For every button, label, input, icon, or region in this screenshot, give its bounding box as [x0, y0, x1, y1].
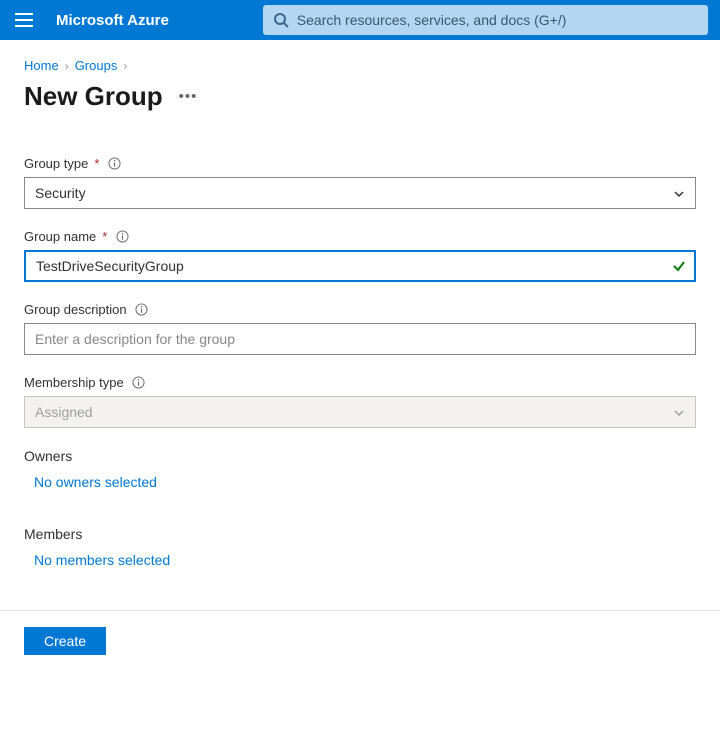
hamburger-menu-icon[interactable]	[12, 8, 36, 32]
field-group-name: Group name *	[24, 229, 696, 282]
membership-type-value: Assigned	[35, 404, 93, 420]
group-type-value: Security	[35, 185, 86, 201]
chevron-right-icon: ›	[123, 59, 127, 73]
group-name-label: Group name *	[24, 229, 696, 244]
check-icon	[672, 259, 686, 273]
page-title: New Group	[24, 81, 163, 112]
membership-type-select: Assigned	[24, 396, 696, 428]
top-navigation-bar: Microsoft Azure	[0, 0, 720, 40]
field-group-description: Group description	[24, 302, 696, 355]
footer-bar: Create	[0, 611, 720, 671]
required-indicator: *	[94, 156, 99, 171]
members-link[interactable]: No members selected	[34, 552, 170, 568]
info-icon[interactable]	[132, 376, 146, 390]
search-input[interactable]	[297, 12, 698, 28]
breadcrumb-groups[interactable]: Groups	[75, 58, 118, 73]
membership-type-label: Membership type	[24, 375, 696, 390]
required-indicator: *	[102, 229, 107, 244]
field-group-type: Group type * Security	[24, 156, 696, 209]
group-name-input[interactable]	[24, 250, 696, 282]
members-heading: Members	[24, 526, 696, 542]
page-title-row: New Group •••	[24, 81, 696, 112]
breadcrumb: Home › Groups ›	[24, 58, 696, 73]
group-description-input[interactable]	[24, 323, 696, 355]
brand-label: Microsoft Azure	[56, 12, 169, 29]
field-membership-type: Membership type Assigned	[24, 375, 696, 428]
search-icon	[273, 12, 289, 28]
global-search[interactable]	[263, 5, 708, 35]
page-content: Home › Groups › New Group ••• Group type…	[0, 40, 720, 586]
chevron-right-icon: ›	[65, 59, 69, 73]
group-description-label: Group description	[24, 302, 696, 317]
more-actions-icon[interactable]: •••	[179, 88, 198, 105]
chevron-down-icon	[673, 406, 685, 418]
info-icon[interactable]	[135, 303, 149, 317]
create-button[interactable]: Create	[24, 627, 106, 655]
chevron-down-icon	[673, 187, 685, 199]
breadcrumb-home[interactable]: Home	[24, 58, 59, 73]
info-icon[interactable]	[107, 157, 121, 171]
group-type-label: Group type *	[24, 156, 696, 171]
owners-heading: Owners	[24, 448, 696, 464]
group-type-select[interactable]: Security	[24, 177, 696, 209]
owners-link[interactable]: No owners selected	[34, 474, 157, 490]
info-icon[interactable]	[115, 230, 129, 244]
